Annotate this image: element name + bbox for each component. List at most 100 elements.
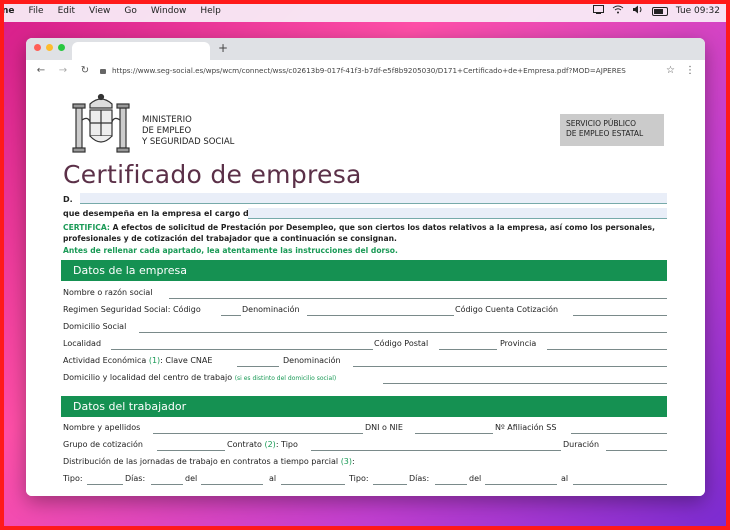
browser-window: + ← → ↻ https://www.seg-social.es/wps/wc… bbox=[26, 38, 705, 496]
field-duracion[interactable] bbox=[606, 450, 667, 451]
bookmark-star-icon[interactable]: ☆ bbox=[666, 65, 675, 76]
back-icon[interactable]: ← bbox=[34, 65, 48, 76]
volume-icon[interactable] bbox=[632, 5, 644, 17]
active-tab[interactable] bbox=[72, 42, 210, 60]
label-afiliacion: Nº Afiliación SS bbox=[495, 423, 557, 432]
forward-icon[interactable]: → bbox=[56, 65, 70, 76]
label-localidad: Localidad bbox=[63, 339, 102, 348]
d-name-field[interactable] bbox=[80, 193, 667, 204]
ministry-name: MINISTERIO DE EMPLEO Y SEGURIDAD SOCIAL bbox=[142, 115, 234, 148]
label-actividad: Actividad Económica (1): Clave CNAE bbox=[63, 356, 212, 365]
field-denominacion[interactable] bbox=[307, 315, 454, 316]
row-jornadas: Tipo: Días: del al Tipo: Días: del al bbox=[63, 474, 667, 486]
field-dias-1[interactable] bbox=[151, 484, 183, 485]
servicio-line-1: SERVICIO PÚBLICO bbox=[566, 119, 637, 128]
menu-view[interactable]: View bbox=[89, 6, 110, 16]
cargo-field[interactable] bbox=[248, 208, 667, 219]
field-domicilio[interactable] bbox=[139, 332, 667, 333]
label-del-1: del bbox=[185, 474, 198, 483]
field-tipo-1[interactable] bbox=[87, 484, 123, 485]
label-dias-2: Días: bbox=[409, 474, 430, 483]
section-datos-trabajador: Datos del trabajador bbox=[61, 396, 667, 417]
label-duracion: Duración bbox=[563, 440, 600, 449]
label-dni: DNI o NIE bbox=[365, 423, 403, 432]
reload-icon[interactable]: ↻ bbox=[78, 65, 92, 76]
menu-file[interactable]: File bbox=[29, 6, 44, 16]
menu-clock[interactable]: Tue 09:32 bbox=[676, 6, 720, 16]
label-contrato: Contrato (2): Tipo bbox=[227, 440, 298, 449]
field-denominacion-actividad[interactable] bbox=[353, 366, 667, 367]
field-dni[interactable] bbox=[415, 433, 493, 434]
display-icon[interactable] bbox=[592, 5, 604, 17]
field-al-2[interactable] bbox=[573, 484, 667, 485]
menu-window[interactable]: Window bbox=[151, 6, 187, 16]
row-localidad: Localidad Código Postal Provincia bbox=[63, 339, 667, 351]
field-nombre-razon[interactable] bbox=[169, 298, 667, 299]
ministry-line-1: MINISTERIO bbox=[142, 115, 192, 125]
row-nombre-empresa: Nombre o razón social bbox=[63, 288, 667, 300]
window-controls bbox=[34, 44, 65, 51]
row-centro-trabajo: Domicilio y localidad del centro de trab… bbox=[63, 373, 667, 385]
label-distribucion-text: Distribución de las jornadas de trabajo … bbox=[63, 457, 339, 466]
field-clave-cnae[interactable] bbox=[237, 366, 279, 367]
field-regimen-codigo[interactable] bbox=[221, 315, 241, 316]
field-codigo-postal[interactable] bbox=[439, 349, 497, 350]
d-label: D. bbox=[63, 195, 73, 204]
menu-bar: ne File Edit View Go Window Help Tue 09:… bbox=[0, 0, 730, 22]
label-actividad-text: Actividad Económica bbox=[63, 356, 147, 365]
menu-edit[interactable]: Edit bbox=[58, 6, 75, 16]
field-tipo-2[interactable] bbox=[373, 484, 407, 485]
field-centro-trabajo[interactable] bbox=[383, 383, 667, 384]
distribucion-colon: : bbox=[352, 457, 355, 466]
field-nombre-apellidos[interactable] bbox=[153, 433, 363, 434]
zoom-window-button[interactable] bbox=[58, 44, 65, 51]
url-field[interactable]: https://www.seg-social.es/wps/wcm/connec… bbox=[100, 66, 645, 75]
ministry-line-2: DE EMPLEO bbox=[142, 126, 192, 136]
battery-icon[interactable] bbox=[651, 6, 668, 16]
label-centro-trabajo: Domicilio y localidad del centro de trab… bbox=[63, 373, 336, 382]
row-domicilio: Domicilio Social bbox=[63, 322, 667, 334]
field-provincia[interactable] bbox=[547, 349, 667, 350]
coat-of-arms-logo bbox=[72, 93, 130, 153]
url-text: https://www.seg-social.es/wps/wcm/connec… bbox=[112, 65, 626, 75]
lock-icon bbox=[100, 68, 106, 74]
minimize-window-button[interactable] bbox=[46, 44, 53, 51]
row-actividad: Actividad Económica (1): Clave CNAE Deno… bbox=[63, 356, 667, 368]
menu-kebab-icon[interactable]: ⋮ bbox=[685, 65, 695, 76]
field-afiliacion[interactable] bbox=[571, 433, 667, 434]
address-bar: ← → ↻ https://www.seg-social.es/wps/wcm/… bbox=[26, 60, 705, 81]
ministry-line-3: Y SEGURIDAD SOCIAL bbox=[142, 137, 235, 147]
label-provincia: Provincia bbox=[500, 339, 537, 348]
label-nombre-apellidos: Nombre y apellidos bbox=[63, 423, 141, 432]
label-contrato-text: Contrato bbox=[227, 440, 262, 449]
field-contrato-tipo[interactable] bbox=[311, 450, 561, 451]
field-dias-2[interactable] bbox=[435, 484, 467, 485]
field-grupo[interactable] bbox=[157, 450, 225, 451]
label-codigo-postal: Código Postal bbox=[374, 339, 429, 348]
actividad-ref: (1) bbox=[148, 356, 161, 365]
label-grupo: Grupo de cotización bbox=[63, 440, 143, 449]
label-denominacion: Denominación bbox=[242, 305, 300, 314]
field-localidad[interactable] bbox=[111, 349, 373, 350]
menu-go[interactable]: Go bbox=[124, 6, 136, 16]
certifica-text: A efectos de solicitud de Prestación por… bbox=[63, 223, 655, 243]
menu-help[interactable]: Help bbox=[200, 6, 221, 16]
new-tab-button[interactable]: + bbox=[218, 41, 228, 55]
label-al-1: al bbox=[269, 474, 277, 483]
label-dias-1: Días: bbox=[125, 474, 146, 483]
close-window-button[interactable] bbox=[34, 44, 41, 51]
pdf-page: MINISTERIO DE EMPLEO Y SEGURIDAD SOCIAL … bbox=[26, 80, 705, 496]
label-al-2: al bbox=[561, 474, 569, 483]
field-del-2[interactable] bbox=[485, 484, 557, 485]
field-del-1[interactable] bbox=[201, 484, 263, 485]
label-domicilio: Domicilio Social bbox=[63, 322, 127, 331]
wifi-icon[interactable] bbox=[612, 5, 624, 17]
label-nombre-razon: Nombre o razón social bbox=[63, 288, 153, 297]
servicio-publico-box: SERVICIO PÚBLICO DE EMPLEO ESTATAL bbox=[560, 114, 664, 146]
field-al-1[interactable] bbox=[281, 484, 345, 485]
field-codigo-cuenta[interactable] bbox=[573, 315, 667, 316]
app-menu[interactable]: ne bbox=[2, 6, 15, 16]
tab-strip: + bbox=[26, 38, 705, 60]
label-distribucion: Distribución de las jornadas de trabajo … bbox=[63, 457, 355, 466]
contrato-ref: (2) bbox=[264, 440, 276, 449]
